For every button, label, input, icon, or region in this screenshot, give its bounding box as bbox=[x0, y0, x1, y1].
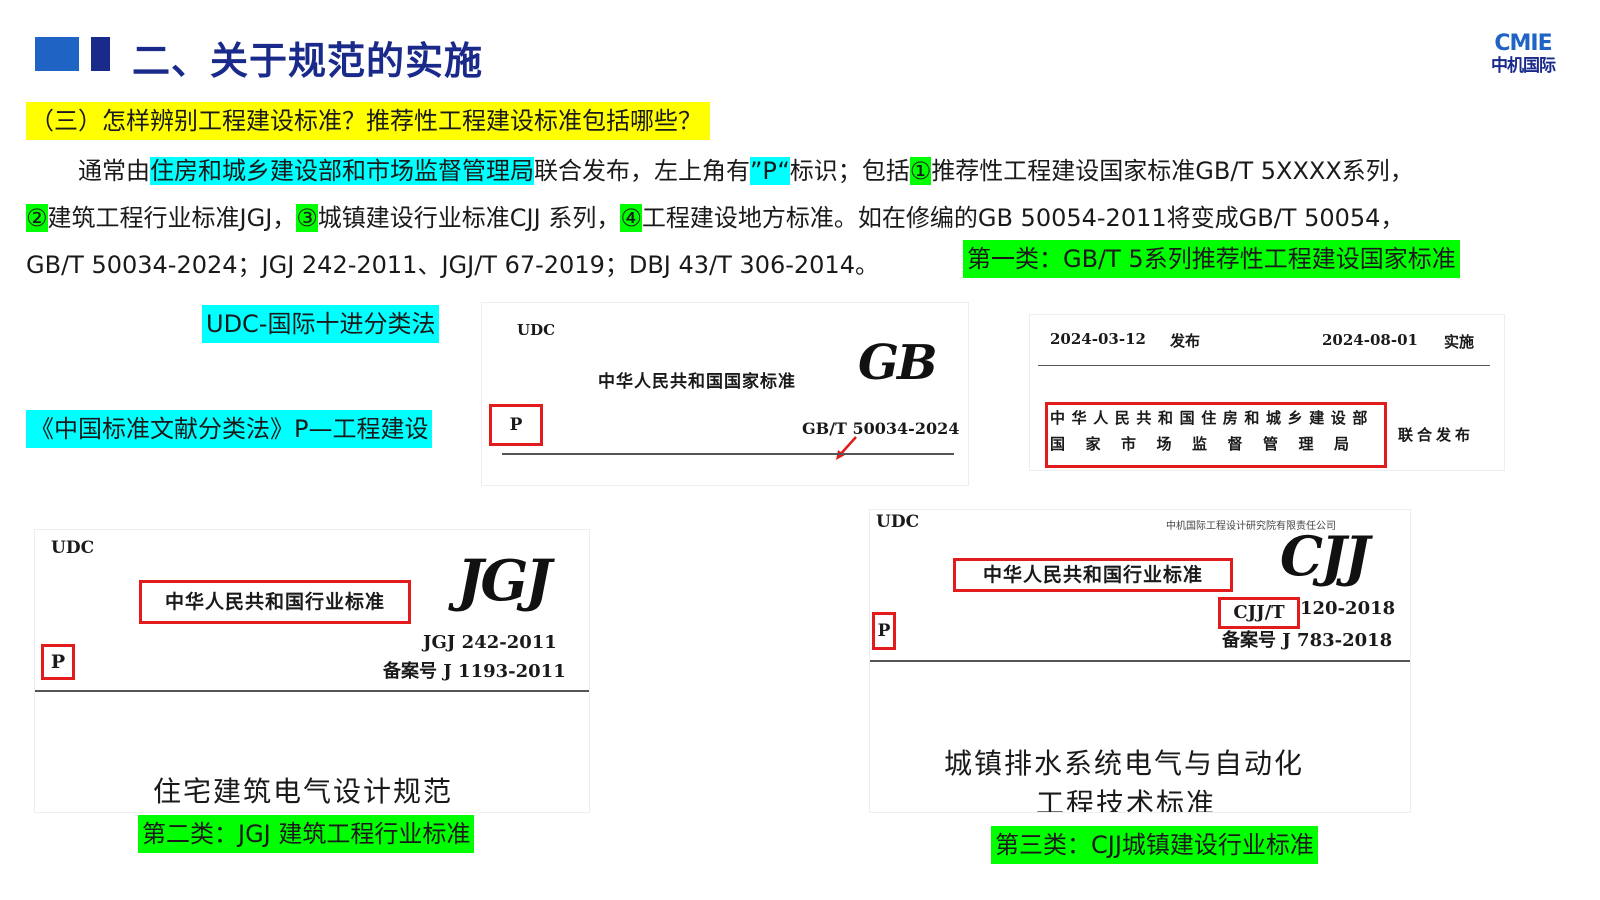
highlight-authority: 住房和城乡建设部和市场监督管理局 bbox=[150, 157, 534, 185]
class3-label: 第三类：CJJ城镇建设行业标准 bbox=[991, 826, 1318, 864]
record-number: 备案号 J 1193-2011 bbox=[383, 661, 566, 682]
highlight-p-mark: ”P“ bbox=[750, 157, 790, 185]
industry-standard-box: 中华人民共和国行业标准 bbox=[953, 558, 1233, 592]
para-text: GB/T 50034-2024；JGJ 242-2011、JGJ/T 67-20… bbox=[26, 251, 879, 279]
joint-issue-text: 联合发布 bbox=[1398, 426, 1475, 444]
page-title: 二、关于规范的实施 bbox=[132, 39, 484, 83]
divider-line bbox=[35, 690, 589, 692]
industry-standard-box: 中华人民共和国行业标准 bbox=[139, 580, 411, 624]
gb-code: GB/T 50034-2024 bbox=[802, 419, 960, 438]
authority-line-2: 国家市场监督管理局 bbox=[1050, 435, 1370, 453]
cjj-code-number: 120-2018 bbox=[1300, 598, 1396, 619]
logo-text-bottom: 中机国际 bbox=[1491, 56, 1556, 76]
standard-name: 住宅建筑电气设计规范 bbox=[153, 775, 454, 808]
para-text: 建筑工程行业标准JGJ， bbox=[47, 204, 297, 232]
para-text: 城镇建设行业标准CJJ 系列， bbox=[317, 204, 621, 232]
standard-name-line-1: 城镇排水系统电气与自动化 bbox=[944, 747, 1305, 780]
udc-text: UDC bbox=[51, 538, 95, 558]
title-marker-bar bbox=[91, 37, 110, 71]
divider-line bbox=[502, 453, 954, 455]
udc-text: UDC bbox=[876, 512, 920, 532]
cmie-logo: CMIE 中机国际 bbox=[1478, 31, 1568, 77]
standard-name-line-2: 工程技术标准 bbox=[1036, 787, 1217, 812]
cjj-logo: CJJ bbox=[1280, 524, 1370, 588]
number-1-badge: ① bbox=[909, 157, 932, 185]
title-marker-square bbox=[35, 37, 79, 71]
jgj-code: JGJ 242-2011 bbox=[423, 632, 557, 653]
publish-info-image: 2024-03-12 发布 2024-08-01 实施 中华人民共和国住房和城乡… bbox=[1030, 315, 1504, 470]
issuing-authority-box: 中华人民共和国住房和城乡建设部 国家市场监督管理局 bbox=[1045, 402, 1387, 468]
para-text: 联合发布，左上角有 bbox=[534, 157, 750, 185]
issue-date: 2024-03-12 bbox=[1050, 330, 1146, 348]
number-2-badge: ② bbox=[26, 204, 48, 232]
impl-text: 实施 bbox=[1444, 333, 1475, 351]
clc-label: 《中国标准文献分类法》P—工程建设 bbox=[26, 410, 433, 448]
logo-text-top: CMIE bbox=[1494, 31, 1552, 56]
divider-line bbox=[1038, 365, 1490, 366]
number-4-badge: ④ bbox=[620, 204, 642, 232]
gb-logo: GB bbox=[858, 335, 938, 391]
p-marker-box: P bbox=[872, 612, 896, 650]
p-marker-box: P bbox=[41, 644, 75, 680]
para-text: 推荐性工程建设国家标准GB/T 5XXXX系列， bbox=[931, 157, 1414, 185]
jgj-standard-cover-image: UDC 中华人民共和国行业标准 JGJ P JGJ 242-2011 备案号 J… bbox=[35, 530, 589, 812]
question-heading: （三）怎样辨别工程建设标准？推荐性工程建设标准包括哪些？ bbox=[26, 102, 710, 140]
para-text: 通常由 bbox=[78, 157, 150, 185]
authority-line-1: 中华人民共和国住房和城乡建设部 bbox=[1050, 409, 1375, 427]
class2-label: 第二类：JGJ 建筑工程行业标准 bbox=[138, 815, 475, 853]
cjj-standard-cover-image: UDC 中机国际工程设计研究院有限责任公司 中华人民共和国行业标准 CJJ P … bbox=[870, 510, 1410, 812]
jgj-logo: JGJ bbox=[457, 548, 552, 614]
issue-text: 发布 bbox=[1170, 332, 1201, 350]
number-3-badge: ③ bbox=[296, 204, 318, 232]
p-marker-box: P bbox=[489, 404, 543, 446]
national-standard-text: 中华人民共和国国家标准 bbox=[598, 372, 796, 392]
para-text: 标识；包括 bbox=[789, 157, 910, 185]
udc-text: UDC bbox=[517, 321, 556, 339]
cjj-code-prefix-box: CJJ/T bbox=[1218, 597, 1300, 629]
udc-label: UDC-国际十进分类法 bbox=[202, 305, 440, 343]
divider-line bbox=[870, 660, 1410, 662]
class1-label: 第一类：GB/T 5系列推荐性工程建设国家标准 bbox=[963, 240, 1460, 278]
gb-standard-cover-image: UDC 中华人民共和国国家标准 GB P GB/T 50034-2024 bbox=[482, 303, 968, 485]
para-text: 工程建设地方标准。如在修编的GB 50054-2011将变成GB/T 50054… bbox=[641, 204, 1405, 232]
record-number: 备案号 J 783-2018 bbox=[1222, 630, 1393, 651]
arrow-icon bbox=[836, 436, 857, 460]
impl-date: 2024-08-01 bbox=[1322, 331, 1418, 349]
